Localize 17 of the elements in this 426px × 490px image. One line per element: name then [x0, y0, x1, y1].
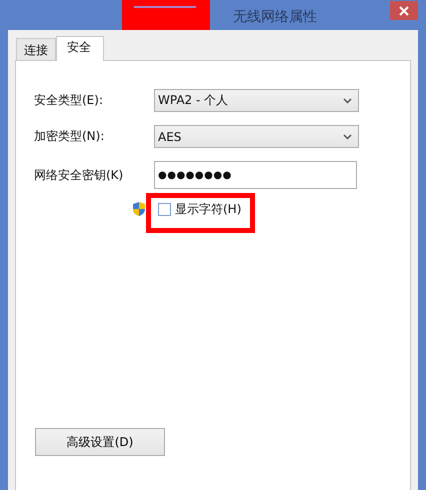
- chevron-down-icon: [343, 98, 352, 104]
- close-icon: [399, 6, 409, 16]
- field-label: 安全类型(E):: [34, 92, 104, 109]
- tab[interactable]: 连接: [16, 38, 56, 60]
- password-field[interactable]: ●●●●●●●●: [154, 161, 357, 189]
- field-label: 加密类型(N):: [34, 128, 106, 145]
- window-title: 无线网络属性: [233, 8, 317, 26]
- dropdown[interactable]: WPA2 - 个人: [154, 89, 359, 112]
- shield-icon: [132, 201, 146, 217]
- dropdown[interactable]: AES: [154, 125, 359, 148]
- checkbox-label[interactable]: 显示字符(H): [175, 200, 242, 218]
- advanced-settings-button[interactable]: 高级设置(D): [35, 428, 165, 456]
- tab[interactable]: 安全: [56, 36, 104, 61]
- chevron-down-icon: [343, 134, 352, 140]
- checkbox[interactable]: [158, 202, 171, 216]
- close-button[interactable]: [390, 1, 418, 20]
- field-label: 网络安全密钥(K): [34, 166, 124, 184]
